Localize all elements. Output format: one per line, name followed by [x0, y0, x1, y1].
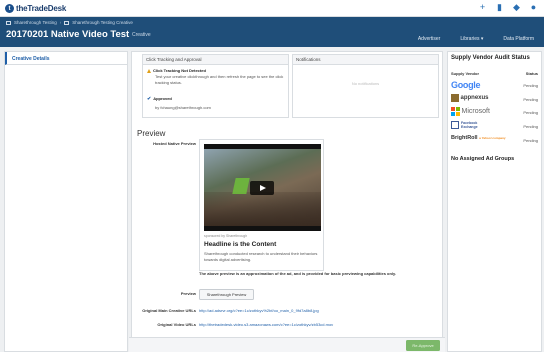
video-crowd-shade — [204, 192, 321, 226]
notifications-card: Notifications No notifications — [292, 54, 439, 118]
breadcrumb-advertiser[interactable]: Sharethrough Testing — [14, 20, 57, 25]
vendor-row: appnexus Pending — [451, 93, 538, 106]
check-icon: ✔ — [147, 96, 152, 102]
facebook-exchange-icon — [451, 121, 459, 129]
page-subtitle: Creative — [132, 31, 151, 38]
click-tracking-header: Click Tracking and Approval — [143, 55, 288, 65]
sponsored-label: sponsored by Sharethrough — [204, 234, 248, 238]
status-title: Click Tracking Not Detected — [153, 68, 206, 73]
handshake-icon[interactable]: ◆ — [512, 3, 521, 12]
approval-status: ✔ Approved — [147, 96, 172, 102]
plus-icon[interactable]: + — [478, 3, 487, 12]
original-video-label: Original Video URLs — [157, 322, 196, 327]
image-icon — [64, 20, 70, 25]
nav-data-platform[interactable]: Data Platform — [503, 36, 534, 42]
main-content: Click Tracking and Approval Click Tracki… — [131, 51, 443, 352]
preview-disclaimer: The above preview is an approximation of… — [199, 271, 397, 276]
vendor-name: Google — [451, 80, 481, 90]
folder-icon — [6, 20, 11, 25]
sidebar: Creative Details — [4, 51, 128, 352]
microsoft-grid-icon — [451, 107, 460, 116]
original-video-link[interactable]: http://thetradedesk-video.s3.amazonaws.c… — [199, 322, 333, 327]
warning-icon — [147, 69, 151, 73]
nav-libraries[interactable]: Libraries ▾ — [460, 36, 483, 42]
brightroll-logo: BrightRoll a Yahoo! company — [451, 135, 506, 141]
approved-title: Approved — [153, 96, 172, 101]
vendor-name: appnexus — [460, 95, 489, 101]
vendor-sub: a Yahoo! company — [479, 136, 506, 140]
logo-text: theTradeDesk — [16, 4, 67, 13]
action-footer: Re-Approve — [129, 337, 445, 352]
audit-table-header: Supply Vendor Status — [451, 71, 538, 76]
click-tracking-card: Click Tracking and Approval Click Tracki… — [142, 54, 289, 118]
video-player[interactable] — [204, 144, 321, 231]
notifications-header: Notifications — [293, 55, 438, 65]
vendor-row: Google Pending — [451, 79, 538, 92]
approved-by: by fchaung@sharethrough.com — [155, 105, 211, 110]
nav-advertiser[interactable]: Advertiser — [418, 36, 441, 42]
top-actions: + ▮ ◆ ● — [478, 3, 538, 12]
top-bar: t theTradeDesk + ▮ ◆ ● — [0, 0, 544, 17]
page-title: 20170201 Native Video Test — [6, 29, 130, 40]
facebook-exchange-logo: Facebook Exchange — [451, 121, 478, 129]
vendor-status: Pending — [523, 83, 538, 88]
brand-logo[interactable]: t theTradeDesk — [5, 3, 66, 14]
vendor-name: Microsoft — [461, 108, 490, 115]
vendor-name: BrightRoll — [451, 135, 478, 141]
logo-mark-icon: t — [5, 4, 14, 13]
click-tracking-status: Click Tracking Not Detected — [147, 68, 206, 73]
vendor-status: Pending — [523, 138, 538, 143]
vendor-row: BrightRoll a Yahoo! company Pending — [451, 134, 538, 147]
bar-chart-icon[interactable]: ▮ — [495, 3, 504, 12]
notifications-empty: No notifications — [351, 81, 380, 86]
video-letterbox-bottom — [204, 226, 321, 231]
original-creative-label: Original Main Creative URLs — [142, 308, 196, 313]
ad-headline[interactable]: Headline is the Content — [204, 241, 276, 248]
ad-description: Sharethrough conducted research to under… — [204, 251, 318, 262]
sharethrough-preview-button[interactable]: Sharethrough Preview — [199, 289, 254, 300]
vendor-sub: Exchange — [461, 125, 478, 129]
vendor-status: Pending — [523, 97, 538, 102]
appnexus-mark-icon — [451, 94, 459, 102]
breadcrumb: Sharethrough Testing › Sharethrough Test… — [6, 20, 133, 25]
page-header: Sharethrough Testing › Sharethrough Test… — [0, 17, 544, 47]
header-nav: Advertiser Libraries ▾ Data Platform — [418, 36, 534, 42]
status-text: Test your creative clickthrough and then… — [155, 74, 284, 85]
no-ad-groups: No Assigned Ad Groups — [451, 156, 515, 162]
user-icon[interactable]: ● — [529, 3, 538, 12]
native-ad-preview: sponsored by Sharethrough Headline is th… — [199, 139, 324, 271]
vendor-status: Pending — [523, 124, 538, 129]
col-supply-vendor: Supply Vendor — [451, 71, 480, 76]
sidebar-item-creative-details[interactable]: Creative Details — [5, 52, 127, 65]
re-approve-button[interactable]: Re-Approve — [406, 340, 440, 351]
original-creative-link[interactable]: http://ad.adsrvr.org/c?ee=1c/zothkyv%2bf… — [199, 308, 319, 313]
google-logo: Google — [451, 80, 481, 90]
col-status: Status — [525, 71, 538, 76]
vendor-status: Pending — [523, 110, 538, 115]
audit-title: Supply Vendor Audit Status — [451, 55, 530, 61]
vendor-row: Microsoft Pending — [451, 106, 538, 119]
breadcrumb-separator: › — [59, 20, 62, 25]
breadcrumb-creative[interactable]: Sharethrough Testing Creative — [72, 20, 133, 25]
appnexus-logo: appnexus — [451, 94, 489, 102]
preview-label: Preview — [180, 291, 196, 296]
hosted-preview-label: Hosted Native Preview — [153, 141, 196, 146]
audit-status-panel: Supply Vendor Audit Status Supply Vendor… — [447, 51, 542, 352]
play-icon[interactable] — [250, 181, 274, 195]
microsoft-logo: Microsoft — [451, 107, 490, 116]
vendor-row: Facebook Exchange Pending — [451, 120, 538, 133]
preview-section-title: Preview — [137, 129, 166, 138]
